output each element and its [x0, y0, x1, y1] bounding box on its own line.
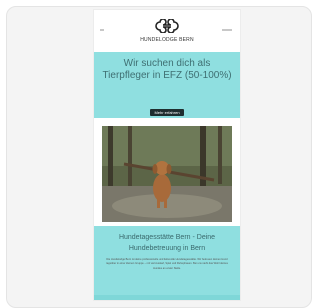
hero-title: Wir suchen dich als Tierpfleger in EFZ (… — [102, 58, 232, 81]
menu-icon[interactable] — [222, 29, 232, 31]
bone-logo-icon — [155, 19, 179, 33]
section-title: Hundetagesstätte Bern - Deine Hundebetre… — [118, 234, 216, 252]
site-logo-text[interactable]: HUNDELODGE BERN — [94, 37, 240, 43]
section-body-text: Die Hundelodge Bern ist deine profession… — [106, 258, 228, 270]
mobile-page-preview[interactable]: HUNDELODGE BERN Wir suchen dich als Tier… — [94, 10, 240, 300]
intro-section: Hundetagesstätte Bern - Deine Hundebetre… — [94, 226, 240, 298]
more-info-button[interactable]: Mehr erfahren — [150, 109, 184, 116]
dog-photo — [102, 126, 232, 222]
hero-section: Wir suchen dich als Tierpfleger in EFZ (… — [94, 52, 240, 118]
back-icon[interactable] — [100, 29, 104, 31]
site-header: HUNDELODGE BERN — [94, 10, 240, 52]
